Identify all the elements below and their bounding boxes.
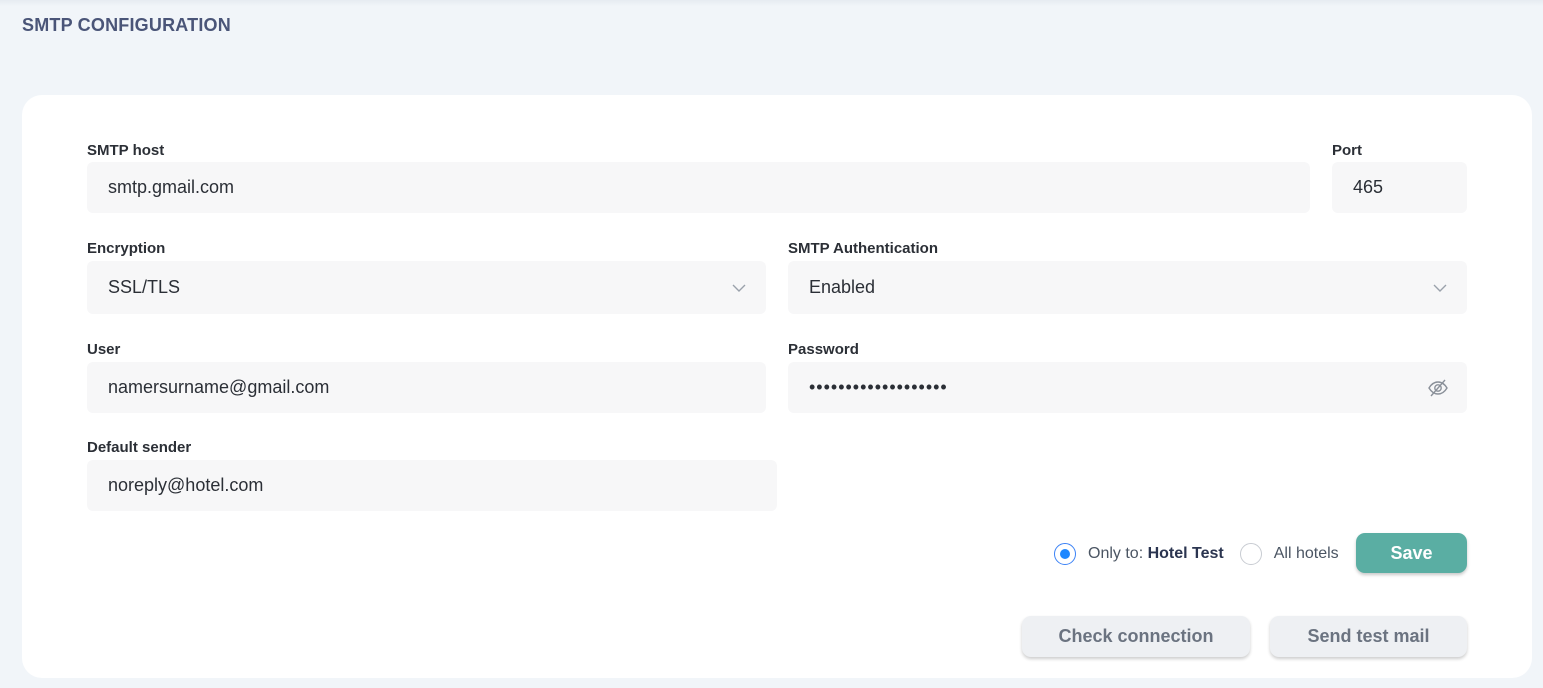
default-sender-input[interactable]: noreply@hotel.com bbox=[87, 460, 777, 511]
password-label: Password bbox=[788, 341, 859, 358]
chevron-down-icon bbox=[732, 281, 746, 295]
only-to-prefix: Only to: bbox=[1088, 545, 1144, 562]
smtp-auth-select[interactable]: Enabled bbox=[788, 261, 1467, 314]
user-label: User bbox=[87, 341, 121, 358]
smtp-host-value: smtp.gmail.com bbox=[108, 177, 235, 197]
only-to-label: Only to: Hotel Test bbox=[1088, 545, 1224, 563]
page-title: SMTP CONFIGURATION bbox=[22, 15, 231, 35]
send-test-mail-button[interactable]: Send test mail bbox=[1270, 616, 1467, 657]
smtp-auth-label: SMTP Authentication bbox=[788, 240, 938, 257]
radio-all-hotels[interactable] bbox=[1239, 543, 1262, 565]
port-label: Port bbox=[1332, 142, 1362, 159]
encryption-label: Encryption bbox=[87, 240, 166, 257]
password-input[interactable]: ••••••••••••••••••• bbox=[788, 362, 1467, 413]
only-to-hotel: Hotel Test bbox=[1147, 545, 1224, 562]
scope-radio-group: Only to: Hotel Test All hotels bbox=[1054, 536, 1339, 572]
default-sender-label: Default sender bbox=[87, 439, 192, 456]
check-connection-button[interactable]: Check connection bbox=[1022, 616, 1250, 657]
smtp-config-card: SMTP host smtp.gmail.com Port 465 Encryp… bbox=[22, 95, 1532, 678]
radio-selected-dot bbox=[1060, 549, 1070, 559]
encryption-value: SSL/TLS bbox=[108, 277, 181, 297]
smtp-host-input[interactable]: smtp.gmail.com bbox=[87, 162, 1310, 213]
password-value: ••••••••••••••••••• bbox=[809, 377, 948, 397]
default-sender-value: noreply@hotel.com bbox=[108, 475, 264, 495]
user-input[interactable]: namersurname@gmail.com bbox=[87, 362, 766, 413]
save-button[interactable]: Save bbox=[1356, 533, 1467, 573]
encryption-select[interactable]: SSL/TLS bbox=[87, 261, 766, 314]
eye-off-icon[interactable] bbox=[1427, 377, 1449, 399]
smtp-host-label: SMTP host bbox=[87, 142, 165, 159]
smtp-auth-value: Enabled bbox=[809, 277, 876, 297]
chevron-down-icon bbox=[1433, 281, 1447, 295]
header-shadow bbox=[0, 0, 1543, 6]
port-input[interactable]: 465 bbox=[1332, 162, 1467, 213]
port-value: 465 bbox=[1353, 177, 1384, 197]
user-value: namersurname@gmail.com bbox=[108, 377, 330, 397]
radio-only-to[interactable] bbox=[1054, 543, 1076, 565]
all-hotels-label: All hotels bbox=[1273, 545, 1339, 562]
